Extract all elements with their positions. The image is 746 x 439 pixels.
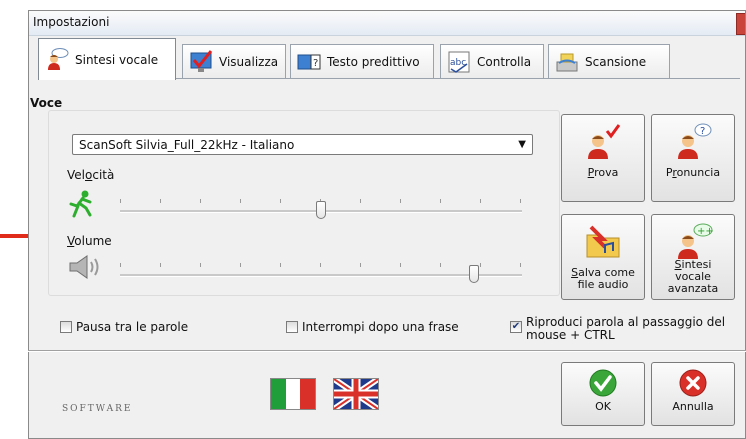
dropdown-arrow-icon[interactable]: ▼ xyxy=(518,139,526,150)
tab-visualizza[interactable]: Visualizza xyxy=(182,44,286,78)
scanner-icon xyxy=(555,50,579,74)
red-marker-line xyxy=(0,234,28,238)
tab-controlla[interactable]: abc Controlla xyxy=(440,44,544,78)
riproduci-option[interactable]: ✔ Riproduci parola al passaggio del mouse… xyxy=(510,316,725,342)
folder-music-icon xyxy=(583,221,623,261)
pausa-checkbox[interactable] xyxy=(60,321,72,333)
annulla-button[interactable]: Annulla xyxy=(651,362,735,426)
voice-select[interactable]: ScanSoft Silvia_Full_22kHz - Italiano ▼ xyxy=(72,134,533,155)
svg-text:?: ? xyxy=(313,58,318,69)
tab-label: Scansione xyxy=(585,54,647,69)
pronuncia-button[interactable]: ? Pronuncia xyxy=(651,114,735,202)
interrompi-checkbox[interactable] xyxy=(286,321,298,333)
monitor-check-icon xyxy=(189,49,213,74)
red-x-icon xyxy=(673,367,713,399)
brand-text: SOFTWARE xyxy=(62,404,133,414)
person-question-icon: ? xyxy=(673,121,713,161)
tab-strip: Sintesi vocale Visualizza ? Testo predit… xyxy=(0,34,716,80)
svg-text:?: ? xyxy=(700,126,705,137)
tab-label: Sintesi vocale xyxy=(75,52,159,67)
pausa-label: Pausa tra le parole xyxy=(76,320,189,334)
tab-testo-predittivo[interactable]: ? Testo predittivo xyxy=(290,44,434,78)
tab-label: Controlla xyxy=(477,54,532,69)
riproduci-label-line1: Riproduci parola al passaggio del xyxy=(526,315,726,329)
divider-highlight xyxy=(28,351,746,352)
prova-button[interactable]: Prova xyxy=(561,114,645,202)
volume-slider-thumb[interactable] xyxy=(469,265,479,283)
ok-button[interactable]: OK xyxy=(561,362,645,426)
close-button[interactable] xyxy=(736,13,745,35)
person-plus-icon: ++ xyxy=(673,221,713,261)
interrompi-label: Interrompi dopo una frase xyxy=(302,320,459,334)
speed-slider[interactable] xyxy=(120,199,522,223)
volume-label: Volume xyxy=(67,234,112,248)
svg-text:++: ++ xyxy=(697,226,713,237)
riproduci-checkbox[interactable]: ✔ xyxy=(510,321,522,333)
salva-file-audio-button[interactable]: Salva come file audio xyxy=(561,214,645,300)
running-man-icon xyxy=(68,190,94,218)
uk-flag-icon[interactable] xyxy=(333,378,379,410)
tab-sintesi-vocale[interactable]: Sintesi vocale xyxy=(38,38,176,80)
tab-label: Visualizza xyxy=(219,54,279,69)
voice-group-title: Voce xyxy=(30,96,63,110)
riproduci-label-line2: mouse + CTRL xyxy=(526,328,615,342)
predictive-text-icon: ? xyxy=(297,50,321,74)
tab-scansione[interactable]: Scansione xyxy=(548,44,670,78)
pausa-option[interactable]: Pausa tra le parole xyxy=(60,320,188,334)
italian-flag-icon[interactable] xyxy=(270,378,316,410)
speaking-person-icon xyxy=(45,47,69,72)
abc-spellcheck-icon: abc xyxy=(447,50,471,74)
window-title: Impostazioni xyxy=(33,15,110,29)
speaker-icon xyxy=(67,253,103,281)
interrompi-option[interactable]: Interrompi dopo una frase xyxy=(286,320,459,334)
person-check-icon xyxy=(583,121,623,161)
tab-label: Testo predittivo xyxy=(327,54,420,69)
voice-select-value: ScanSoft Silvia_Full_22kHz - Italiano xyxy=(79,137,295,152)
speed-label: Velocità xyxy=(67,168,115,182)
title-bar: Impostazioni xyxy=(29,11,745,36)
green-check-icon xyxy=(583,367,623,399)
volume-slider[interactable] xyxy=(120,263,522,287)
sintesi-vocale-avanzata-button[interactable]: ++ Sintesi vocale avanzata xyxy=(651,214,735,300)
speed-slider-thumb[interactable] xyxy=(316,201,326,219)
